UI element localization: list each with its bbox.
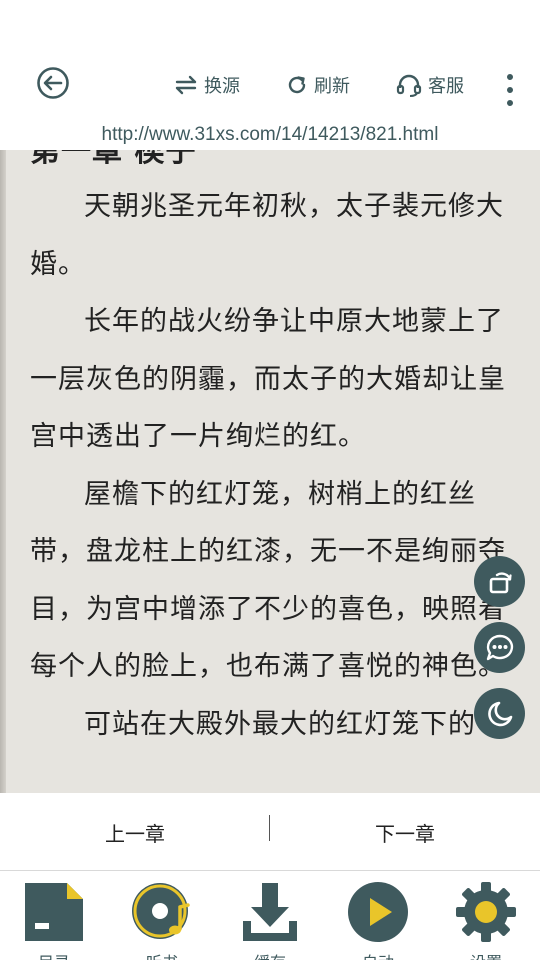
refresh-label: 刷新 [314, 76, 350, 97]
cache-button[interactable]: 缓存 [230, 881, 310, 960]
reader-screen: 换源 刷新 客服 http://www.31xs.com/14/14213/82… [0, 0, 540, 960]
chapter-navigation: 上一章 下一章 [0, 793, 540, 871]
night-mode-icon [487, 701, 512, 726]
headset-icon [396, 74, 422, 97]
listen-button[interactable]: 听书 [122, 881, 202, 960]
bottom-toolbar: 目录 听书 缓存 自动 [0, 871, 540, 960]
back-button[interactable] [36, 66, 70, 100]
autoplay-icon [348, 882, 408, 942]
settings-button[interactable]: 设置 [446, 881, 526, 960]
chapter-heading: 第一章 楔子 [30, 148, 197, 169]
customer-service-label: 客服 [428, 76, 464, 97]
refresh-button[interactable]: 刷新 [286, 70, 350, 100]
change-source-label: 换源 [204, 76, 240, 97]
swap-icon [175, 75, 197, 95]
customer-service-button[interactable]: 客服 [396, 70, 464, 100]
auto-read-button[interactable]: 自动 [338, 881, 418, 960]
chapter-content: 第一章 楔子 天朝兆圣元年初秋，太子裴元修大婚。 长年的战火纷争让中原大地蒙上了… [30, 148, 512, 753]
comment-button[interactable] [474, 622, 525, 673]
more-dot [507, 87, 513, 93]
top-toolbar: 换源 刷新 客服 http://www.31xs.com/14/14213/82… [0, 0, 540, 150]
settings-icon [456, 882, 516, 942]
source-url[interactable]: http://www.31xs.com/14/14213/821.html [0, 124, 540, 146]
catalog-label: 目录 [14, 949, 94, 960]
listen-icon [132, 883, 190, 939]
settings-label: 设置 [446, 949, 526, 960]
comment-icon [486, 634, 513, 660]
change-source-button[interactable]: 换源 [174, 70, 240, 100]
more-dot [507, 100, 513, 106]
auto-read-label: 自动 [338, 949, 418, 960]
rotate-screen-icon [489, 571, 512, 593]
catalog-icon [25, 883, 83, 941]
paragraph: 天朝兆圣元年初秋，太子裴元修大婚。 [30, 191, 504, 280]
rotate-screen-button[interactable] [474, 556, 525, 607]
night-mode-button[interactable] [474, 688, 525, 739]
listen-label: 听书 [122, 949, 202, 960]
paragraph: 长年的战火纷争让中原大地蒙上了一层灰色的阴霾，而太子的大婚却让皇宫中透出了一片绚… [30, 306, 506, 452]
cache-label: 缓存 [230, 949, 310, 960]
next-chapter-button[interactable]: 下一章 [270, 793, 540, 871]
more-button[interactable] [500, 74, 520, 106]
page-edge [0, 148, 6, 793]
catalog-button[interactable]: 目录 [14, 881, 94, 960]
paragraph: 可站在大殿外最大的红灯笼下的 [84, 708, 476, 740]
download-icon [243, 883, 297, 941]
back-circle-icon [37, 67, 69, 99]
more-dot [507, 74, 513, 80]
paragraph: 屋檐下的红灯笼，树梢上的红丝带，盘龙柱上的红漆，无一不是绚丽夺目，为宫中增添了不… [30, 478, 506, 683]
reading-page[interactable]: 第一章 楔子 天朝兆圣元年初秋，太子裴元修大婚。 长年的战火纷争让中原大地蒙上了… [0, 148, 540, 793]
refresh-icon [288, 76, 306, 94]
prev-chapter-button[interactable]: 上一章 [0, 793, 270, 871]
